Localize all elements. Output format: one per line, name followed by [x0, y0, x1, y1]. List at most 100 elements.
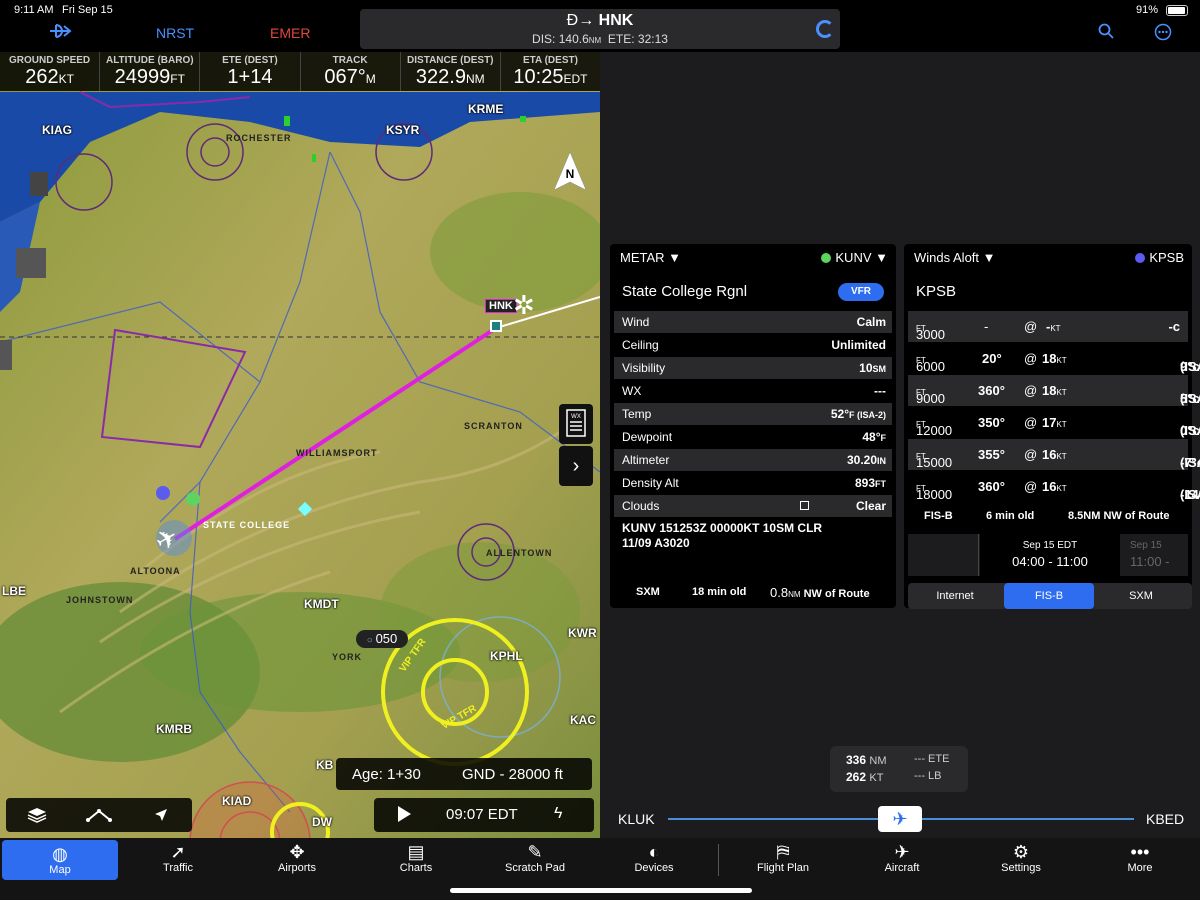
- airport-lbe[interactable]: LBE: [2, 584, 26, 598]
- emer-button[interactable]: EMER: [270, 25, 310, 41]
- scrub-ete: --- ETE: [914, 753, 950, 765]
- terrain-layer: [0, 52, 600, 838]
- airport-kiad[interactable]: KIAD: [222, 794, 251, 808]
- instrument-data-bar[interactable]: GROUND SPEED 262KT ALTITUDE (BARO) 24999…: [0, 52, 600, 91]
- winds-type-dropdown[interactable]: Winds Aloft ▼: [914, 250, 996, 265]
- place-rochester: ROCHESTER: [226, 133, 292, 143]
- airport-kiag[interactable]: KIAG: [42, 123, 72, 137]
- ground-speed-cell[interactable]: GROUND SPEED 262KT: [0, 52, 101, 91]
- scrubber-aircraft-icon[interactable]: ✈: [878, 806, 922, 832]
- winds-at: @: [1024, 319, 1038, 334]
- winds-row: 15000FT 355° @ 16KT -7°c (ISA+7): [908, 439, 1200, 470]
- route-timeline: KLUK KBED 336 NM 262 KT --- ETE --- LB ✈: [606, 746, 1194, 834]
- scrub-fuel: --- LB: [914, 770, 942, 782]
- chevron-right-icon[interactable]: ›: [559, 446, 593, 486]
- winds-speed: 16KT: [1042, 479, 1067, 494]
- tab-settings[interactable]: ⚙ Settings: [963, 838, 1079, 882]
- tab-map[interactable]: ◍ Map: [2, 840, 118, 880]
- data-source-segmented: Internet FIS-B SXM: [908, 583, 1192, 609]
- metar-row: Dewpoint 48°F: [614, 426, 892, 448]
- source-fisb-tab[interactable]: FIS-B: [1004, 583, 1094, 609]
- metar-age: 18 min old: [692, 586, 747, 598]
- airport-ksyr[interactable]: KSYR: [386, 123, 419, 137]
- metar-type-dropdown[interactable]: METAR ▼: [620, 250, 681, 265]
- layers-icon[interactable]: [6, 798, 68, 832]
- radar-alt-range: GND - 28000 ft: [462, 766, 563, 783]
- metar-row-key: Temp: [622, 407, 652, 421]
- place-williamsport: WILLIAMSPORT: [296, 448, 378, 458]
- winds-row: 9000FT 360° @ 18KT 5°c (ISA+7): [908, 375, 1200, 406]
- moving-map[interactable]: ROCHESTER SCRANTON WILLIAMSPORT STATE CO…: [0, 52, 600, 838]
- play-icon[interactable]: [398, 806, 411, 822]
- clear-sky-icon: [800, 501, 809, 510]
- metar-row-key: Altimeter: [622, 453, 670, 467]
- lightning-icon[interactable]: ϟ: [554, 805, 562, 823]
- route-tool-icon[interactable]: [68, 798, 130, 832]
- location-arrow-icon[interactable]: [130, 798, 192, 832]
- tab-label: Aircraft: [884, 862, 920, 874]
- source-internet-tab[interactable]: Internet: [910, 583, 1000, 609]
- nrst-button[interactable]: NRST: [156, 25, 194, 41]
- airport-kmdt[interactable]: KMDT: [304, 597, 339, 611]
- dist-label: DIS:: [532, 32, 556, 46]
- airport-dw[interactable]: DW: [312, 815, 332, 829]
- winds-station-pin[interactable]: [156, 486, 170, 500]
- tab-devices[interactable]: ◐ Devices: [596, 838, 712, 882]
- distance-unit: NM: [465, 72, 485, 86]
- winds-status-dot: [1135, 253, 1146, 263]
- source-sxm-tab[interactable]: SXM: [1096, 583, 1186, 609]
- airport-kmrb[interactable]: KMRB: [156, 722, 192, 736]
- metar-row: Temp 52°F (ISA-2): [614, 403, 892, 425]
- connext-icon[interactable]: [816, 20, 834, 38]
- altitude-chip-icon: ○: [366, 635, 376, 646]
- north-up-icon[interactable]: N: [553, 151, 587, 191]
- metar-row-key: Clouds: [622, 499, 660, 513]
- home-indicator[interactable]: [450, 888, 752, 893]
- raw-metar-line-2: 11/09 A3020: [622, 536, 690, 550]
- altitude-cell[interactable]: ALTITUDE (BARO) 24999FT: [100, 52, 201, 91]
- route-destination: KBED: [1146, 811, 1185, 827]
- tab-more[interactable]: ••• More: [1082, 838, 1198, 882]
- ete-cell[interactable]: ETE (DEST) 1+14: [200, 52, 301, 91]
- airport-kphl[interactable]: KPHL: [490, 649, 523, 663]
- forecast-period-next[interactable]: Sep 15 11:00 -: [1122, 534, 1188, 576]
- metar-row-value: Calm: [856, 315, 886, 329]
- tab-traffic[interactable]: ➚ Traffic: [120, 838, 236, 882]
- more-menu-icon[interactable]: [1154, 23, 1172, 44]
- forecast-period-scroller[interactable]: Sep 15 EDT 04:00 - 11:00 Sep 15 11:00 -: [908, 534, 1188, 576]
- winds-speed: 16KT: [1042, 447, 1067, 462]
- metar-row-key: Ceiling: [622, 338, 659, 352]
- radar-age: Age: 1+30: [352, 766, 421, 783]
- wx-panel-button[interactable]: WX: [559, 404, 593, 444]
- tab-aircraft[interactable]: ✈ Aircraft: [844, 838, 960, 882]
- airport-kac[interactable]: KAC: [570, 713, 596, 727]
- forecast-period-selected[interactable]: Sep 15 EDT 04:00 - 11:00: [980, 534, 1120, 576]
- distance-cell[interactable]: DISTANCE (DEST) 322.9NM: [401, 52, 501, 91]
- winds-station-title: KPSB: [916, 283, 957, 300]
- globe-icon: ◍: [52, 844, 68, 864]
- metar-station-dropdown[interactable]: KUNV ▼: [821, 250, 888, 265]
- eta-cell[interactable]: ETA (DEST) 10:25EDT: [501, 52, 600, 91]
- winds-dir: 350°: [978, 415, 1005, 430]
- metar-card: METAR ▼ KUNV ▼ State College Rgnl VFR Wi…: [610, 244, 896, 608]
- airport-krme[interactable]: KRME: [468, 102, 503, 116]
- metar-station-pin[interactable]: [186, 492, 200, 506]
- altitude-chip[interactable]: ○ 050: [356, 630, 408, 648]
- direct-to-icon[interactable]: [48, 22, 74, 45]
- winds-age: 6 min old: [986, 510, 1035, 522]
- tab-airports[interactable]: ✥ Airports: [239, 838, 355, 882]
- altitude-label: ALTITUDE (BARO): [105, 55, 194, 66]
- period-date: Sep 15 EDT: [1022, 540, 1078, 551]
- winds-station-selector[interactable]: KPSB: [1135, 250, 1184, 265]
- destination-banner[interactable]: Ð→ HNK DIS: 140.6NM ETE: 32:13: [360, 9, 840, 49]
- track-cell[interactable]: TRACK 067°M: [301, 52, 401, 91]
- airport-kwr[interactable]: KWR: [568, 626, 597, 640]
- search-icon[interactable]: [1098, 23, 1114, 42]
- tab-scratch-pad[interactable]: ✎ Scratch Pad: [477, 838, 593, 882]
- airport-kb[interactable]: KB: [316, 758, 333, 772]
- winds-alt: 15000 FT: [916, 452, 953, 470]
- metar-row-value: 893FT: [854, 476, 886, 490]
- metar-row-value: 30.20IN: [846, 453, 886, 467]
- tab-flight-plan[interactable]: ⛿ Flight Plan: [725, 838, 841, 882]
- tab-charts[interactable]: ▤ Charts: [358, 838, 474, 882]
